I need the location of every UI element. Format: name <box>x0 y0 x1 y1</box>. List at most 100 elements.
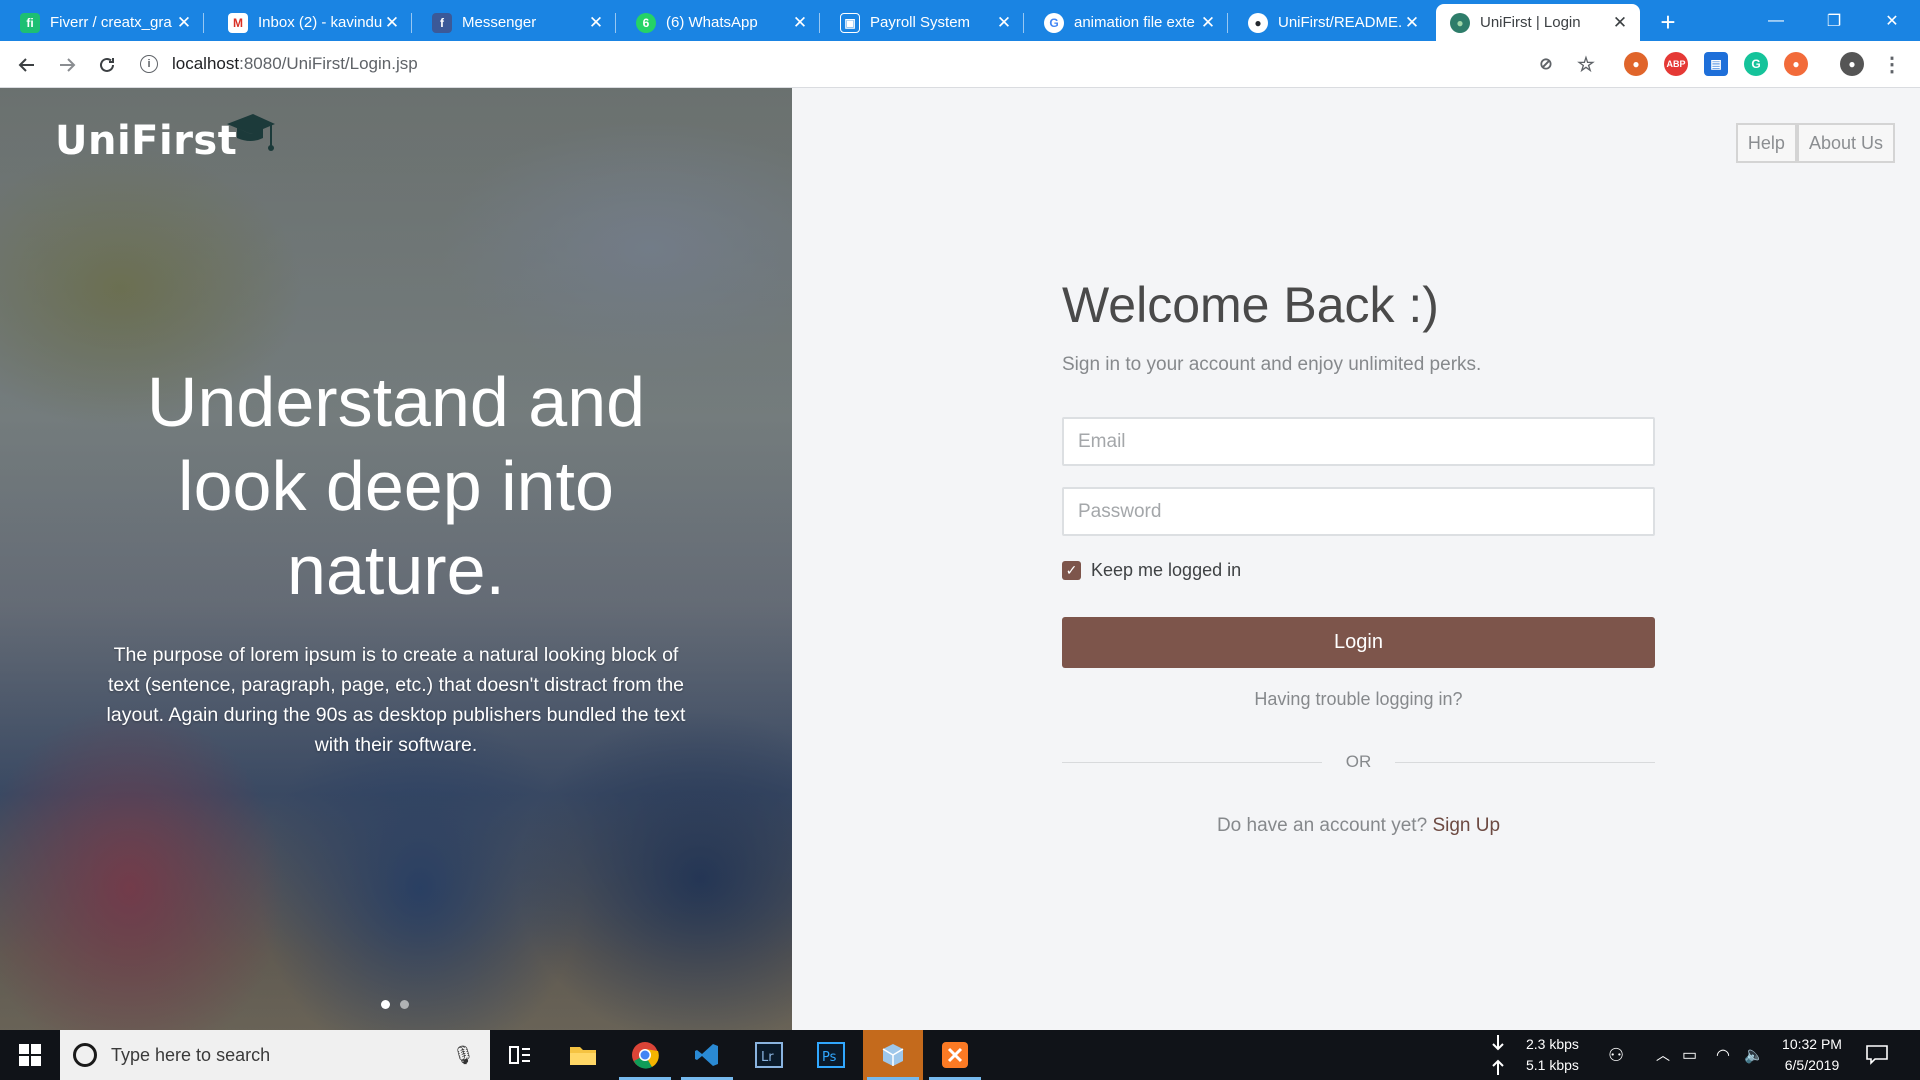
restore-window-button[interactable]: ❐ <box>1806 0 1862 41</box>
login-panel: Help About Us Welcome Back :) Sign in to… <box>792 88 1920 1030</box>
file-explorer-button[interactable] <box>553 1030 613 1080</box>
or-label: OR <box>1345 752 1372 771</box>
photoshop-button[interactable]: Ps <box>801 1030 861 1080</box>
folder-icon <box>570 1047 596 1065</box>
wifi-icon[interactable]: ◠ <box>1716 1030 1730 1080</box>
search-placeholder: Type here to search <box>111 1044 271 1065</box>
email-field[interactable] <box>1062 417 1655 466</box>
lightroom-button[interactable]: Lr <box>739 1030 799 1080</box>
top-nav: Help About Us <box>1735 123 1895 163</box>
extension-orange-icon[interactable]: ● <box>1784 52 1808 76</box>
grammarly-icon[interactable]: G <box>1744 52 1768 76</box>
reload-icon <box>100 57 114 72</box>
menu-kebab-icon[interactable]: ⋮ <box>1880 52 1904 76</box>
chevron-up-icon[interactable]: ︿ <box>1656 1030 1670 1080</box>
about-us-button[interactable]: About Us <box>1796 123 1895 163</box>
tab-google-search[interactable]: G animation file exte ✕ <box>1030 4 1228 41</box>
google-icon: G <box>1044 12 1064 33</box>
chrome-button[interactable] <box>615 1030 675 1080</box>
vscode-icon <box>695 1044 718 1066</box>
close-tab-icon[interactable]: ✕ <box>174 13 194 33</box>
notifications-button[interactable] <box>1866 1030 1888 1080</box>
tab-payroll[interactable]: ▣ Payroll System ✕ <box>826 4 1024 41</box>
tab-github[interactable]: ● UniFirst/README.r ✕ <box>1234 4 1432 41</box>
extension-icon[interactable]: ▤ <box>1704 52 1728 76</box>
keep-logged-in-row[interactable]: ✓ Keep me logged in <box>1062 560 1241 581</box>
trouble-logging-in-link[interactable]: Having trouble logging in? <box>1254 689 1462 709</box>
welcome-subheading: Sign in to your account and enjoy unlimi… <box>1062 354 1482 375</box>
cortana-icon <box>73 1043 97 1067</box>
vscode-button[interactable] <box>677 1030 737 1080</box>
new-tab-button[interactable]: + <box>1652 6 1684 38</box>
tab-title: UniFirst/README.r <box>1278 14 1402 31</box>
tab-unifirst-login[interactable]: ● UniFirst | Login ✕ <box>1436 4 1640 41</box>
reload-button[interactable] <box>92 50 122 80</box>
password-field[interactable] <box>1062 487 1655 536</box>
close-tab-icon[interactable]: ✕ <box>1198 13 1218 33</box>
tab-title: (6) WhatsApp <box>666 14 758 31</box>
notification-icon <box>1866 1045 1888 1065</box>
close-tab-icon[interactable]: ✕ <box>1402 13 1422 33</box>
bookmark-star-icon[interactable]: ☆ <box>1574 52 1598 76</box>
profile-avatar-icon[interactable]: ● <box>1840 52 1864 76</box>
unifirst-logo[interactable]: UniFirst <box>55 114 277 164</box>
url-path: :8080/UniFirst/Login.jsp <box>239 54 418 73</box>
info-icon[interactable]: i <box>140 55 158 73</box>
task-view-button[interactable] <box>490 1030 550 1080</box>
keep-logged-in-label[interactable]: Keep me logged in <box>1091 560 1241 581</box>
close-tab-icon[interactable]: ✕ <box>586 13 606 33</box>
tab-title: Fiverr / creatx_gra <box>50 14 172 31</box>
back-button[interactable] <box>12 50 42 80</box>
close-tab-icon[interactable]: ✕ <box>382 13 402 33</box>
net-upload-speed: 5.1 kbps <box>1526 1057 1579 1073</box>
net-speed-icon <box>1492 1035 1504 1075</box>
virtualbox-button[interactable] <box>863 1030 923 1080</box>
graduation-cap-icon <box>227 114 276 151</box>
arrow-right-icon <box>60 58 76 72</box>
divider-line <box>1395 761 1655 763</box>
carousel-dot-1[interactable] <box>381 1000 390 1009</box>
whatsapp-icon: 6 <box>636 12 656 33</box>
volume-icon[interactable]: 🔈 <box>1744 1030 1764 1080</box>
tab-gmail[interactable]: M Inbox (2) - kavindu ✕ <box>214 4 412 41</box>
cube-icon <box>882 1044 904 1066</box>
address-bar[interactable]: i localhost:8080/UniFirst/Login.jsp <box>140 46 1610 82</box>
windows-taskbar: Type here to search 🎙 Lr Ps 2.3 kbps 5.1… <box>0 1030 1920 1080</box>
close-window-button[interactable]: ✕ <box>1864 0 1920 41</box>
extension-badge-icon[interactable]: ● <box>1624 52 1648 76</box>
network-speed: 2.3 kbps 5.1 kbps <box>1526 1034 1579 1076</box>
arrow-left-icon <box>18 58 34 72</box>
welcome-heading: Welcome Back :) <box>1062 277 1439 333</box>
close-tab-icon[interactable]: ✕ <box>1610 13 1630 33</box>
close-tab-icon[interactable]: ✕ <box>994 13 1014 33</box>
forward-button[interactable] <box>52 50 82 80</box>
tab-messenger[interactable]: f Messenger ✕ <box>418 4 616 41</box>
close-tab-icon[interactable]: ✕ <box>790 13 810 33</box>
hero-carousel: UniFirst Understand and look deep into n… <box>0 88 792 1030</box>
people-icon[interactable]: ⚇ <box>1608 1030 1624 1080</box>
clock-date: 6/5/2019 <box>1784 1057 1840 1073</box>
globe-icon: ● <box>1450 12 1470 33</box>
tab-title: Messenger <box>462 14 537 31</box>
carousel-dot-2[interactable] <box>400 1000 409 1009</box>
logo-text: UniFirst <box>55 118 238 164</box>
battery-icon[interactable]: ▭ <box>1682 1030 1697 1080</box>
tab-fiverr[interactable]: fi Fiverr / creatx_gra ✕ <box>6 4 204 41</box>
photoshop-icon: Ps <box>817 1042 845 1068</box>
tab-whatsapp[interactable]: 6 (6) WhatsApp ✕ <box>622 4 820 41</box>
xampp-button[interactable] <box>925 1030 985 1080</box>
system-clock[interactable]: 10:32 PM 6/5/2019 <box>1768 1034 1856 1076</box>
taskbar-search[interactable]: Type here to search 🎙 <box>60 1030 490 1080</box>
github-icon: ● <box>1248 12 1268 33</box>
translate-icon[interactable]: ⊘ <box>1534 52 1558 76</box>
login-button[interactable]: Login <box>1062 617 1655 668</box>
xampp-icon <box>942 1042 968 1068</box>
minimize-window-button[interactable]: — <box>1748 0 1804 41</box>
signup-link[interactable]: Sign Up <box>1432 815 1500 836</box>
microphone-icon[interactable]: 🎙 <box>452 1045 490 1066</box>
signup-row: Do have an account yet? Sign Up <box>1062 815 1655 837</box>
start-button[interactable] <box>0 1030 60 1080</box>
help-button[interactable]: Help <box>1735 123 1797 163</box>
adblock-icon[interactable]: ABP <box>1664 52 1688 76</box>
keep-logged-in-checkbox[interactable]: ✓ <box>1062 561 1081 580</box>
